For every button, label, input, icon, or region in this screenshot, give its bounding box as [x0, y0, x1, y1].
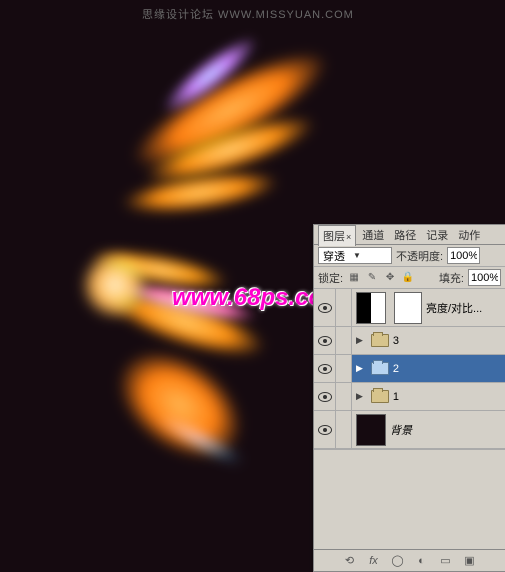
lock-paint-icon[interactable]: ✎: [365, 271, 379, 285]
layer-list: 亮度/对比... ▶ 3 ▶ 2 ▶ 1 背景: [314, 289, 505, 549]
visibility-toggle[interactable]: [314, 327, 336, 354]
opacity-label: 不透明度:: [396, 248, 443, 264]
layer-list-empty: [314, 449, 505, 549]
blend-mode-value: 穿透: [323, 248, 345, 264]
layer-style-icon[interactable]: fx: [367, 554, 381, 568]
folder-icon: [371, 362, 389, 375]
panel-bottom-bar: ⟲ fx ◯ ◐ ▭ ▣: [314, 549, 505, 571]
watermark-top: 思缘设计论坛 WWW.MISSYUAN.COM: [142, 6, 354, 22]
fill-label: 填充:: [439, 270, 464, 286]
layer-label: 2: [393, 363, 399, 375]
panel-tabs: 图层× 通道 路径 记录 动作: [314, 225, 505, 245]
tab-actions[interactable]: 动作: [454, 225, 484, 245]
new-layer-icon[interactable]: ▣: [463, 554, 477, 568]
layer-adjustment[interactable]: 亮度/对比...: [314, 289, 505, 327]
visibility-toggle[interactable]: [314, 383, 336, 410]
layer-group-3[interactable]: ▶ 3: [314, 327, 505, 355]
lock-label: 锁定:: [318, 270, 343, 286]
visibility-toggle[interactable]: [314, 411, 336, 448]
eye-icon: [318, 392, 332, 402]
layer-label: 1: [393, 391, 399, 403]
folder-icon: [371, 390, 389, 403]
blend-mode-dropdown[interactable]: 穿透 ▼: [318, 247, 392, 264]
mask-thumb[interactable]: [394, 292, 422, 324]
layer-thumb[interactable]: [356, 414, 386, 446]
tab-layers[interactable]: 图层×: [318, 225, 356, 246]
eye-icon: [318, 425, 332, 435]
link-col: [336, 327, 352, 354]
tab-paths[interactable]: 路径: [390, 225, 420, 245]
chevron-down-icon: ▼: [353, 251, 361, 260]
link-col: [336, 383, 352, 410]
triangle-right-icon[interactable]: ▶: [356, 335, 363, 346]
blend-opacity-row: 穿透 ▼ 不透明度:: [314, 245, 505, 267]
visibility-toggle[interactable]: [314, 355, 336, 382]
tab-history[interactable]: 记录: [422, 225, 452, 245]
link-col: [336, 411, 352, 448]
triangle-right-icon[interactable]: ▶: [356, 363, 363, 374]
lock-all-icon[interactable]: 🔒: [401, 271, 415, 285]
layers-panel: 图层× 通道 路径 记录 动作 穿透 ▼ 不透明度: 锁定: ▦ ✎ ✥ 🔒 填…: [313, 224, 505, 572]
opacity-input[interactable]: [447, 247, 480, 264]
tab-channels[interactable]: 通道: [358, 225, 388, 245]
link-col: [336, 289, 352, 326]
visibility-toggle[interactable]: [314, 289, 336, 326]
adjustment-layer-icon[interactable]: ◐: [415, 554, 429, 568]
layer-label: 亮度/对比...: [426, 300, 482, 316]
link-col: [336, 355, 352, 382]
triangle-right-icon[interactable]: ▶: [356, 391, 363, 402]
new-group-icon[interactable]: ▭: [439, 554, 453, 568]
layer-group-1[interactable]: ▶ 1: [314, 383, 505, 411]
add-mask-icon[interactable]: ◯: [391, 554, 405, 568]
layer-group-2[interactable]: ▶ 2: [314, 355, 505, 383]
lock-fill-row: 锁定: ▦ ✎ ✥ 🔒 填充:: [314, 267, 505, 289]
eye-icon: [318, 303, 332, 313]
lock-icons: ▦ ✎ ✥ 🔒: [347, 271, 415, 285]
fill-input[interactable]: [468, 269, 501, 286]
lock-position-icon[interactable]: ✥: [383, 271, 397, 285]
layer-label: 3: [393, 335, 399, 347]
layer-thumb[interactable]: [356, 292, 386, 324]
eye-icon: [318, 364, 332, 374]
link-layers-icon[interactable]: ⟲: [343, 554, 357, 568]
eye-icon: [318, 336, 332, 346]
layer-background[interactable]: 背景: [314, 411, 505, 449]
lock-transparency-icon[interactable]: ▦: [347, 271, 361, 285]
layer-label: 背景: [390, 422, 412, 438]
close-icon[interactable]: ×: [346, 232, 351, 242]
folder-icon: [371, 334, 389, 347]
